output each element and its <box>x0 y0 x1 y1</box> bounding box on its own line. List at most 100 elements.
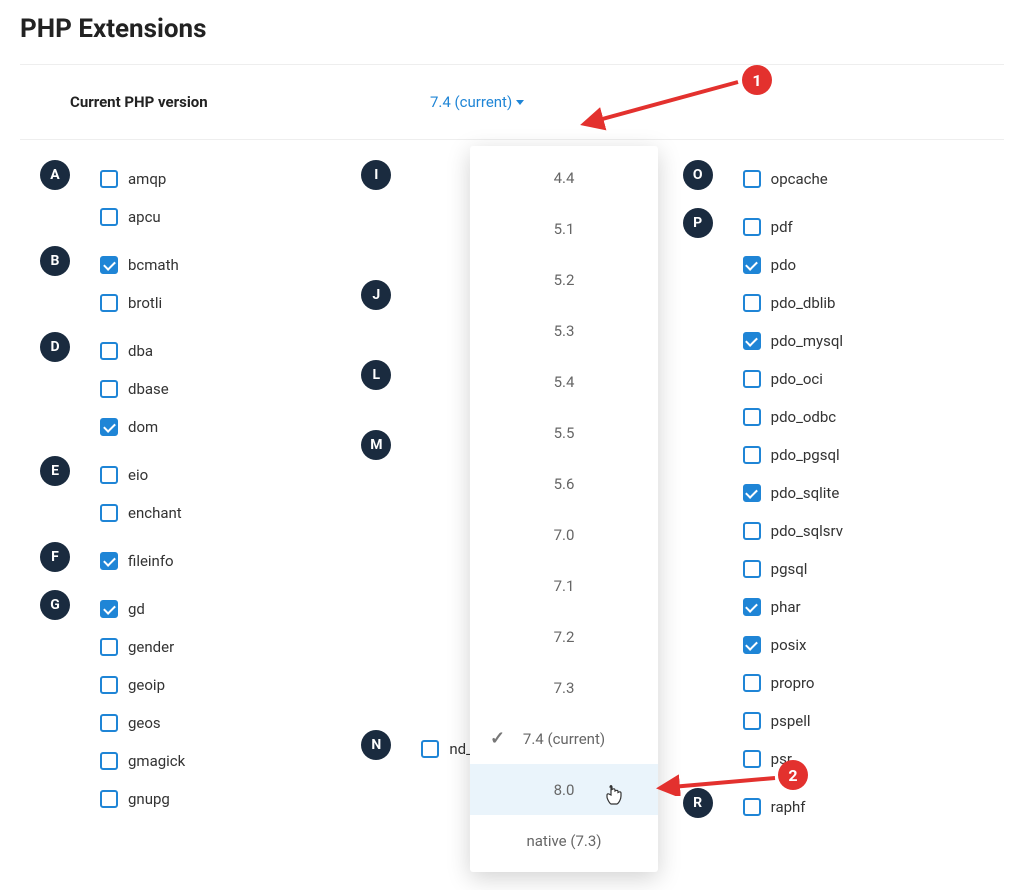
checkbox-pdf[interactable] <box>743 218 761 236</box>
checkbox-pdo[interactable] <box>743 256 761 274</box>
checkbox-opcache[interactable] <box>743 170 761 188</box>
version-option[interactable]: 5.4 <box>470 356 658 407</box>
checkbox-pdo_sqlsrv[interactable] <box>743 522 761 540</box>
checkbox-dom[interactable] <box>100 418 118 436</box>
extension-label[interactable]: posix <box>771 636 807 654</box>
checkbox-geos[interactable] <box>100 714 118 732</box>
checkbox-apcu[interactable] <box>100 208 118 226</box>
version-option[interactable]: 7.0 <box>470 509 658 560</box>
group-items: pdf pdo pdo_dblib pdo_mysql pdo_oci pdo_odbcp… <box>683 208 1004 778</box>
checkbox-brotli[interactable] <box>100 294 118 312</box>
checkbox-posix[interactable] <box>743 636 761 654</box>
php-version-dropdown-trigger[interactable]: 7.4 (current) <box>430 93 524 111</box>
extension-label[interactable]: apcu <box>128 208 161 226</box>
checkbox-pdo_oci[interactable] <box>743 370 761 388</box>
checkbox-phar[interactable] <box>743 598 761 616</box>
extension-label[interactable]: propro <box>771 674 815 692</box>
extension-label[interactable]: phar <box>771 598 801 616</box>
version-option[interactable]: 7.1 <box>470 560 658 611</box>
letter-badge: O <box>683 160 713 190</box>
extension-label[interactable]: geos <box>128 714 161 732</box>
letter-badge: A <box>40 160 70 190</box>
checkbox-pgsql[interactable] <box>743 560 761 578</box>
extension-label[interactable]: pdf <box>771 218 793 236</box>
extension-label[interactable]: pdo_sqlsrv <box>771 522 843 540</box>
letter-group: Oopcache <box>683 160 1004 198</box>
checkbox-eio[interactable] <box>100 466 118 484</box>
checkbox-gmagick[interactable] <box>100 752 118 770</box>
version-option[interactable]: 5.5 <box>470 407 658 458</box>
extension-label[interactable]: dba <box>128 342 153 360</box>
extension-label[interactable]: gmagick <box>128 752 185 770</box>
extension-label[interactable]: pdo_mysql <box>771 332 843 350</box>
version-option[interactable]: 4.4 <box>470 152 658 203</box>
checkbox-amqp[interactable] <box>100 170 118 188</box>
extension-label[interactable]: dom <box>128 418 158 436</box>
version-option[interactable]: 5.6 <box>470 458 658 509</box>
extension-label[interactable]: brotli <box>128 294 162 312</box>
checkbox-geoip[interactable] <box>100 676 118 694</box>
extension-label[interactable]: raphf <box>771 798 806 816</box>
extension-row-raphf: raphf <box>743 788 1004 826</box>
letter-group: Ppdf pdo pdo_dblib pdo_mysql pdo_oci pdo_odbc… <box>683 208 1004 778</box>
extension-row-pgsql: pgsql <box>743 550 1004 588</box>
extension-label[interactable]: opcache <box>771 170 828 188</box>
extension-label[interactable]: gnupg <box>128 790 170 808</box>
letter-group: Ffileinfo <box>40 542 361 580</box>
checkbox-psr[interactable] <box>743 750 761 768</box>
extension-label[interactable]: pdo_oci <box>771 370 823 388</box>
extension-label[interactable]: amqp <box>128 170 166 188</box>
checkbox-pdo_sqlite[interactable] <box>743 484 761 502</box>
extension-label[interactable]: eio <box>128 466 148 484</box>
checkbox-dbase[interactable] <box>100 380 118 398</box>
checkbox-nd_pdo_mysql[interactable] <box>421 740 439 758</box>
extension-row-pdo: pdo <box>743 246 1004 284</box>
version-option[interactable]: 7.4 (current) <box>470 713 658 764</box>
extension-label[interactable]: gd <box>128 600 145 618</box>
extension-label[interactable]: pdo_dblib <box>771 294 836 312</box>
checkbox-pdo_mysql[interactable] <box>743 332 761 350</box>
version-option[interactable]: 7.3 <box>470 662 658 713</box>
checkbox-gd[interactable] <box>100 600 118 618</box>
checkbox-bcmath[interactable] <box>100 256 118 274</box>
checkbox-gnupg[interactable] <box>100 790 118 808</box>
checkbox-pdo_dblib[interactable] <box>743 294 761 312</box>
extension-label[interactable]: pdo_sqlite <box>771 484 840 502</box>
checkbox-pdo_odbc[interactable] <box>743 408 761 426</box>
version-option[interactable]: native (7.3) <box>470 815 658 866</box>
extension-label[interactable]: pspell <box>771 712 811 730</box>
checkbox-enchant[interactable] <box>100 504 118 522</box>
checkbox-pspell[interactable] <box>743 712 761 730</box>
checkbox-dba[interactable] <box>100 342 118 360</box>
checkbox-pdo_pgsql[interactable] <box>743 446 761 464</box>
version-label: Current PHP version <box>70 93 430 111</box>
extension-label[interactable]: enchant <box>128 504 182 522</box>
version-option[interactable]: 8.0 <box>470 764 658 815</box>
extension-label[interactable]: pdo_odbc <box>771 408 837 426</box>
version-option[interactable]: 7.2 <box>470 611 658 662</box>
extension-row-pdo_oci: pdo_oci <box>743 360 1004 398</box>
checkbox-fileinfo[interactable] <box>100 552 118 570</box>
letter-group: Bbcmathbrotli <box>40 246 361 322</box>
extension-label[interactable]: bcmath <box>128 256 179 274</box>
extension-label[interactable]: gender <box>128 638 174 656</box>
extension-label[interactable]: pgsql <box>771 560 808 578</box>
checkbox-raphf[interactable] <box>743 798 761 816</box>
version-option[interactable]: 5.3 <box>470 305 658 356</box>
version-option[interactable]: 5.1 <box>470 203 658 254</box>
extension-label[interactable]: geoip <box>128 676 165 694</box>
extension-row-phar: phar <box>743 588 1004 626</box>
extension-label[interactable]: pdo <box>771 256 796 274</box>
extension-label[interactable]: dbase <box>128 380 169 398</box>
extension-label[interactable]: fileinfo <box>128 552 174 570</box>
checkbox-gender[interactable] <box>100 638 118 656</box>
letter-group: Ggdgendergeoipgeosgmagickgnupg <box>40 590 361 818</box>
checkbox-propro[interactable] <box>743 674 761 692</box>
version-option[interactable]: 5.2 <box>470 254 658 305</box>
php-version-dropdown-menu[interactable]: 4.45.15.25.35.45.55.67.07.17.27.37.4 (cu… <box>470 146 658 872</box>
extension-row-gender: gender <box>100 628 361 666</box>
pointer-cursor-icon <box>605 785 623 807</box>
extension-label[interactable]: pdo_pgsql <box>771 446 840 464</box>
letter-badge: P <box>683 208 713 238</box>
letter-badge: R <box>683 788 713 818</box>
